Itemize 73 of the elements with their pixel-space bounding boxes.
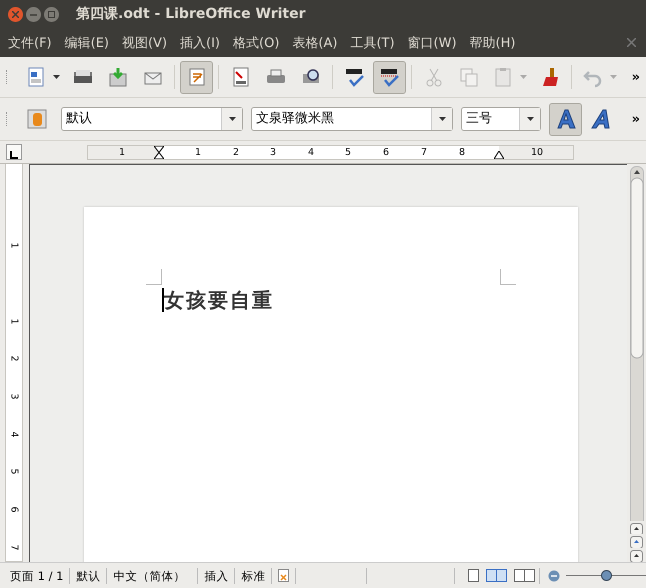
ruler-label: 6 [8, 505, 20, 515]
close-icon[interactable] [627, 38, 636, 47]
copy-icon [458, 66, 480, 88]
menu-item[interactable]: 格式(O) [227, 34, 284, 52]
minimize-button[interactable] [26, 6, 41, 22]
page-view-icon[interactable] [486, 569, 508, 582]
caret-icon [520, 75, 526, 79]
tab-stop-icon [10, 151, 18, 159]
menu-item[interactable]: 编辑(E) [58, 34, 114, 52]
menu-item[interactable]: 表格(A) [286, 34, 342, 52]
navigation-icon[interactable] [630, 550, 643, 562]
page-view-icon[interactable] [514, 569, 536, 582]
save-icon [106, 66, 128, 88]
ruler-label: 7 [8, 543, 20, 553]
caret-icon [610, 75, 616, 79]
caret-icon [438, 117, 446, 121]
zoom-out-icon[interactable] [548, 570, 560, 582]
menu-item[interactable]: 工具(T) [344, 34, 400, 52]
ruler-label: 5 [8, 467, 20, 477]
caret-icon [228, 117, 236, 121]
bold-button[interactable] [549, 102, 582, 136]
ruler-label: 7 [420, 146, 428, 158]
ruler-label: 8 [458, 146, 466, 158]
spellcheck-icon [344, 66, 366, 88]
close-button[interactable] [8, 6, 23, 22]
document-modified-icon [278, 569, 290, 582]
menu-item[interactable]: 视图(V) [116, 34, 172, 52]
font-dropdown[interactable]: 文泉驿微米黑 [251, 107, 453, 131]
ruler-label: 6 [382, 146, 390, 158]
caret-icon [52, 75, 60, 79]
crop-mark-icon [500, 269, 516, 285]
page-style: 默认 [70, 568, 108, 584]
crop-mark-icon [146, 269, 162, 285]
menu-item[interactable]: 插入(I) [174, 34, 226, 52]
indent-marker-icon[interactable] [494, 150, 504, 158]
ruler-label: 10 [530, 146, 544, 158]
ruler-label: 4 [8, 430, 20, 440]
ruler-label: 1 [194, 146, 202, 158]
selection-mode: 标准 [235, 568, 272, 584]
indent-marker-icon[interactable] [154, 146, 164, 158]
maximize-button[interactable] [44, 6, 59, 22]
ruler-label: 1 [118, 146, 126, 158]
spellcheck-icon [378, 66, 400, 88]
ruler-label: 5 [344, 146, 352, 158]
style-dropdown[interactable]: 默认 [61, 107, 243, 131]
font-size-dropdown[interactable]: 三号 [461, 107, 541, 131]
ruler-label: 1 [8, 241, 20, 251]
caret-icon [526, 117, 534, 121]
letter-a-icon [590, 108, 612, 130]
insert-mode: 插入 [198, 568, 236, 584]
document-text: 女孩要自重 [162, 288, 274, 312]
page-view-icon[interactable] [468, 569, 480, 582]
ruler-label: 2 [8, 354, 20, 364]
menu-item[interactable]: 窗口(W) [402, 34, 462, 52]
maximize-icon [48, 10, 55, 18]
overflow-button[interactable]: » [632, 112, 640, 126]
menu-item[interactable]: 文件(F) [2, 34, 57, 52]
letter-a-icon [554, 108, 576, 130]
overflow-button[interactable]: » [632, 70, 640, 84]
window-title: 第四课.odt - LibreOffice Writer [76, 5, 306, 23]
ruler-label: 2 [232, 146, 240, 158]
close-icon [12, 10, 19, 18]
language: 中文（简体） [107, 568, 198, 584]
toolbar-button[interactable] [373, 60, 406, 94]
menu-item[interactable]: 帮助(H) [464, 34, 520, 52]
ruler-label: 1 [8, 317, 20, 327]
page-count: 页面 1 / 1 [0, 568, 70, 584]
ruler-label: 3 [8, 392, 20, 402]
hand-icon [26, 108, 48, 130]
tab-stop-button[interactable] [6, 144, 22, 160]
ruler-label: 4 [308, 146, 314, 158]
navigation-icon[interactable] [630, 522, 643, 534]
ruler-label: 3 [270, 146, 276, 158]
